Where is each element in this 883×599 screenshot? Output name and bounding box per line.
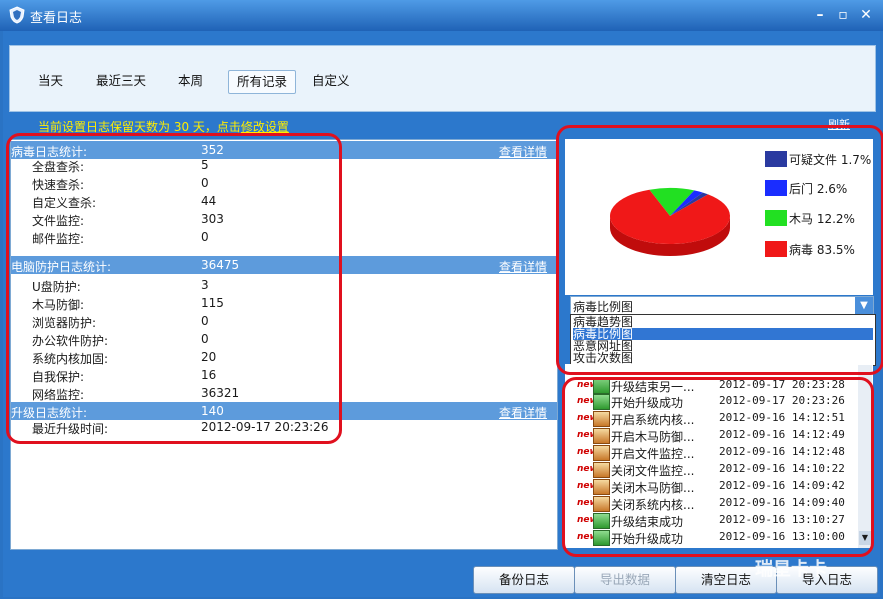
highlight-ring: [556, 125, 883, 375]
protection-details-link[interactable]: 查看详情: [499, 258, 547, 275]
export-data-button[interactable]: 导出数据: [574, 566, 676, 594]
highlight-ring: [562, 377, 874, 557]
tab-all-records[interactable]: 所有记录: [228, 70, 297, 94]
minimize-icon[interactable]: –: [812, 7, 828, 23]
tab-today[interactable]: 当天: [30, 70, 71, 92]
watermark-logo: 瑞星卡卡: [755, 559, 827, 580]
title-bar: 查看日志 – ▫ ✕: [0, 0, 883, 31]
modify-settings-link[interactable]: 修改设置: [241, 120, 289, 134]
shield-icon: [9, 6, 25, 24]
tab-custom[interactable]: 自定义: [304, 70, 358, 92]
highlight-ring: [6, 133, 342, 444]
date-filter-toolbar: 当天 最近三天 本周 所有记录 自定义: [9, 45, 876, 112]
window-title: 查看日志: [30, 11, 83, 26]
retention-notice-text: 当前设置日志保留天数为 30 天，点击: [38, 120, 241, 134]
tab-last-three-days[interactable]: 最近三天: [88, 70, 154, 92]
close-icon[interactable]: ✕: [858, 7, 874, 23]
backup-log-button[interactable]: 备份日志: [473, 566, 575, 594]
tab-this-week[interactable]: 本周: [170, 70, 211, 92]
maximize-icon[interactable]: ▫: [835, 7, 851, 23]
